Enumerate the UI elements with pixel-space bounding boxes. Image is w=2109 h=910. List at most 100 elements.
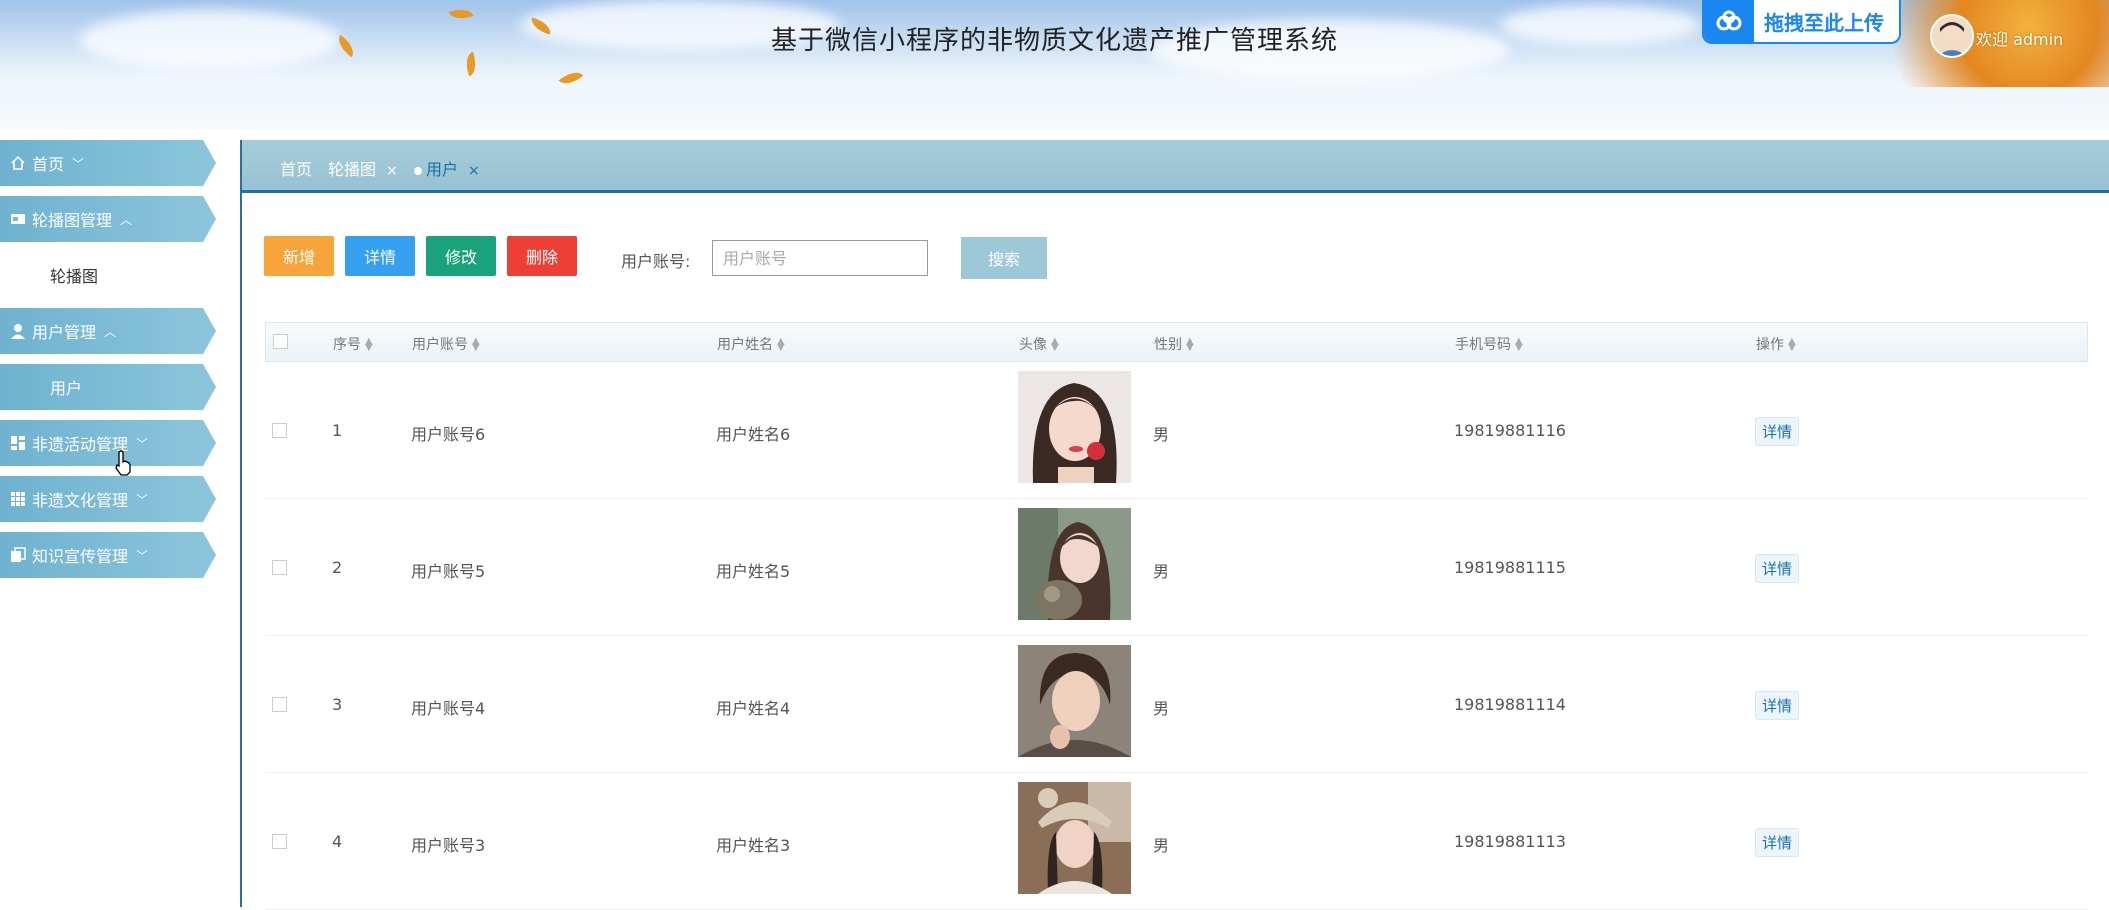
- header-subbar: [0, 87, 2109, 129]
- dashboard-icon: [10, 435, 26, 451]
- row-gender: 男: [1153, 562, 1170, 581]
- sidebar-item-label: 用户管理: [32, 323, 97, 342]
- chevron-down-icon: ﹀: [136, 492, 149, 507]
- sidebar-item-carousel-management[interactable]: 轮播图管理 ︿: [0, 196, 216, 242]
- row-gender: 男: [1153, 836, 1170, 855]
- carousel-icon: [10, 211, 26, 227]
- row-name: 用户姓名3: [716, 836, 791, 855]
- sidebar-item-home[interactable]: 首页 ﹀: [0, 140, 216, 186]
- row-detail-button[interactable]: 详情: [1755, 554, 1800, 583]
- tab-bar: 首页 轮播图 × 用户 ×: [242, 140, 2109, 193]
- row-detail-button[interactable]: 详情: [1755, 828, 1800, 857]
- table-row: 1 用户账号6 用户姓名6 男 19819881116 详情: [265, 362, 2088, 499]
- row-checkbox[interactable]: [272, 834, 287, 849]
- row-index: 1: [332, 421, 343, 440]
- row-detail-button[interactable]: 详情: [1755, 691, 1800, 720]
- row-checkbox[interactable]: [272, 697, 287, 712]
- chevron-down-icon: ﹀: [136, 548, 149, 563]
- row-name: 用户姓名5: [716, 562, 791, 581]
- welcome-text[interactable]: 欢迎 admin: [1976, 26, 2063, 50]
- column-header-index[interactable]: 序号 ▲ ▼: [333, 334, 373, 354]
- table-header: 序号 ▲ ▼ 用户账号 ▲ ▼ 用户姓名 ▲ ▼ 头像 ▲ ▼ 性别 ▲ ▼ 手机号码 ▲ ▼ 操作 ▲ ▼: [265, 322, 2088, 362]
- table-row: 3 用户账号4 用户姓名4 男 19819881114 详情: [265, 636, 2088, 773]
- cloud-upload-icon: [1704, 0, 1754, 42]
- sidebar-item-knowledge-promotion[interactable]: 知识宣传管理 ﹀: [0, 532, 216, 578]
- search-input[interactable]: [712, 240, 928, 276]
- column-header-phone[interactable]: 手机号码 ▲ ▼: [1455, 334, 1523, 354]
- row-index: 2: [332, 558, 343, 577]
- tab-home[interactable]: 首页: [280, 156, 312, 180]
- delete-button[interactable]: 删除: [507, 236, 577, 276]
- tab-carousel[interactable]: 轮播图 ×: [328, 156, 398, 180]
- table-row: 4 用户账号3 用户姓名3 男 19819881113 详情: [265, 773, 2088, 910]
- sidebar: 首页 ﹀ 轮播图管理 ︿ 轮播图 用户管理 ︿ 用户 非遗活动管理 ﹀ 非遗文化…: [0, 140, 220, 588]
- row-name: 用户姓名6: [716, 425, 791, 444]
- sidebar-subitem-carousel[interactable]: 轮播图: [0, 252, 220, 298]
- column-header-name[interactable]: 用户姓名 ▲ ▼: [717, 334, 785, 354]
- sidebar-subitem-user[interactable]: 用户: [0, 364, 216, 410]
- sort-icon: ▲ ▼: [1788, 336, 1796, 353]
- home-icon: [10, 155, 26, 171]
- upload-badge-label: 拖拽至此上传: [1764, 10, 1884, 35]
- row-name: 用户姓名4: [716, 699, 791, 718]
- table-row: 2 用户账号5 用户姓名5 男 19819881115 详情: [265, 499, 2088, 636]
- sidebar-item-label: 首页: [32, 155, 65, 174]
- row-index: 3: [332, 695, 343, 714]
- row-checkbox[interactable]: [272, 560, 287, 575]
- column-header-avatar[interactable]: 头像 ▲ ▼: [1019, 334, 1059, 354]
- user-avatar: [1018, 645, 1131, 757]
- sort-icon: ▲ ▼: [777, 336, 785, 353]
- row-phone: 19819881115: [1454, 558, 1566, 577]
- user-avatar: [1018, 508, 1131, 620]
- upload-drop-badge[interactable]: 拖拽至此上传: [1702, 0, 1901, 44]
- column-header-action[interactable]: 操作 ▲ ▼: [1756, 334, 1796, 354]
- close-icon[interactable]: ×: [386, 163, 398, 179]
- add-button[interactable]: 新增: [264, 236, 334, 276]
- column-header-gender[interactable]: 性别 ▲ ▼: [1154, 334, 1194, 354]
- header-banner: 基于微信小程序的非物质文化遗产推广管理系统 拖拽至此上传 欢迎 admin: [0, 0, 2109, 87]
- row-account: 用户账号6: [411, 425, 486, 444]
- mouse-pointer-icon: [113, 450, 133, 480]
- edit-button[interactable]: 修改: [426, 236, 496, 276]
- close-icon[interactable]: ×: [468, 163, 480, 179]
- grid-icon: [10, 491, 26, 507]
- copy-icon: [10, 547, 26, 563]
- search-button[interactable]: 搜索: [961, 237, 1047, 279]
- row-phone: 19819881116: [1454, 421, 1566, 440]
- chevron-up-icon: ︿: [104, 324, 117, 339]
- chevron-down-icon: ﹀: [72, 156, 85, 171]
- user-icon: [10, 323, 26, 339]
- row-account: 用户账号3: [411, 836, 486, 855]
- row-account: 用户账号5: [411, 562, 486, 581]
- sort-icon: ▲ ▼: [1515, 336, 1523, 353]
- row-phone: 19819881114: [1454, 695, 1566, 714]
- user-avatar: [1018, 371, 1131, 483]
- sidebar-item-label: 非遗文化管理: [32, 491, 129, 510]
- sort-icon: ▲ ▼: [1051, 336, 1059, 353]
- search-label: 用户账号:: [621, 252, 691, 271]
- column-header-account[interactable]: 用户账号 ▲ ▼: [412, 334, 480, 354]
- chevron-down-icon: ﹀: [136, 436, 149, 451]
- sidebar-item-label: 轮播图管理: [32, 211, 113, 230]
- active-dot-icon: [414, 166, 422, 175]
- sidebar-item-heritage-culture[interactable]: 非遗文化管理 ﹀: [0, 476, 216, 522]
- sidebar-item-label: 知识宣传管理: [32, 547, 129, 566]
- user-table: 序号 ▲ ▼ 用户账号 ▲ ▼ 用户姓名 ▲ ▼ 头像 ▲ ▼ 性别 ▲ ▼ 手机号码 ▲ ▼ 操作 ▲ ▼…: [265, 322, 2088, 910]
- sidebar-item-heritage-activity[interactable]: 非遗活动管理 ﹀: [0, 420, 216, 466]
- sort-icon: ▲ ▼: [365, 336, 373, 353]
- admin-avatar[interactable]: [1930, 14, 1974, 58]
- sort-icon: ▲ ▼: [1186, 336, 1194, 353]
- row-detail-button[interactable]: 详情: [1755, 417, 1800, 446]
- row-index: 4: [332, 832, 343, 851]
- detail-button[interactable]: 详情: [345, 236, 415, 276]
- row-gender: 男: [1153, 425, 1170, 444]
- row-gender: 男: [1153, 699, 1170, 718]
- row-phone: 19819881113: [1454, 832, 1566, 851]
- sidebar-item-user-management[interactable]: 用户管理 ︿: [0, 308, 216, 354]
- row-account: 用户账号4: [411, 699, 486, 718]
- tab-user[interactable]: 用户 ×: [414, 156, 480, 180]
- row-checkbox[interactable]: [272, 423, 287, 438]
- user-avatar: [1018, 782, 1131, 894]
- select-all-checkbox[interactable]: [273, 334, 288, 349]
- sort-icon: ▲ ▼: [472, 336, 480, 353]
